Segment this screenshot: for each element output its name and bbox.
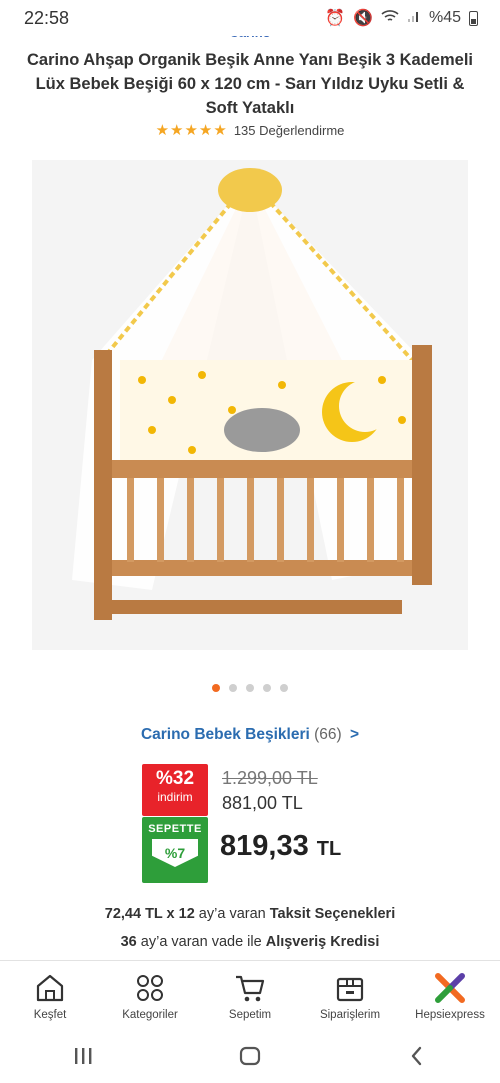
system-nav-bar [0, 1028, 500, 1083]
current-price: 881,00 TL [222, 793, 303, 813]
tab-siparislerim[interactable]: Siparişlerim [300, 961, 400, 1028]
basket-discount-badge: SEPETTE %7 [142, 817, 208, 883]
final-currency: TL [316, 838, 342, 860]
package-icon [336, 977, 364, 1002]
tab-hepsiexpress[interactable]: Hepsiexpress [400, 961, 500, 1028]
product-title: Carino Ahşap Organik Beşik Anne Yanı Beş… [27, 51, 473, 117]
brand-link-name[interactable]: Carino Bebek Beşikleri [141, 726, 310, 743]
bottom-tab-bar: Keşfet Kategoriler Sepetim Siparişlerim … [0, 960, 500, 1028]
product-image[interactable] [32, 160, 468, 650]
hepsiexpress-logo-icon [435, 973, 465, 1003]
recents-icon[interactable] [70, 1043, 96, 1069]
basket-percent: %7 [152, 839, 198, 867]
signal-icon [407, 9, 421, 28]
categories-icon [137, 975, 163, 1001]
mute-icon: 🔇 [353, 10, 373, 27]
tab-label: Keşfet [33, 1009, 67, 1021]
installment-link[interactable]: Taksit Seçenekleri [270, 906, 395, 922]
gallery-dot-active[interactable] [212, 684, 220, 692]
gallery-dot[interactable] [229, 684, 237, 692]
rating-count[interactable]: 135 Değerlendirme [234, 123, 345, 138]
basket-final-price: 819,33 TL [220, 830, 341, 863]
tab-label: Kategoriler [122, 1009, 178, 1021]
battery-text: %45 [428, 9, 461, 26]
wifi-icon [381, 9, 399, 28]
alarm-icon: ⏰ [325, 10, 346, 27]
credit-link[interactable]: Alışveriş Kredisi [266, 934, 380, 950]
crib-illustration [32, 160, 468, 650]
battery-icon [469, 10, 478, 26]
status-bar: 22:58 ⏰ 🔇 %45 [0, 0, 500, 36]
tab-label: Hepsiexpress [415, 1009, 485, 1021]
discount-percent: %32 [155, 768, 195, 789]
tab-kategoriler[interactable]: Kategoriler [100, 961, 200, 1028]
credit-info[interactable]: 36 ay’a varan vade ile Alışveriş Kredisi [0, 934, 500, 950]
rating-row[interactable]: ★★★★★ 135 Değerlendirme [0, 121, 500, 139]
old-price: 1.299,00 TL [222, 768, 318, 788]
gallery-pagination[interactable] [0, 684, 500, 692]
home-button-icon[interactable] [237, 1043, 263, 1069]
installment-info[interactable]: 72,44 TL x 12 ay’a varan Taksit Seçenekl… [0, 906, 500, 922]
chevron-right-icon: > [350, 726, 360, 743]
final-amount: 819,33 [220, 830, 309, 862]
home-icon [36, 974, 64, 1002]
installment-text: ay’a varan [194, 906, 270, 922]
brand-link-count: (66) [314, 726, 342, 743]
installment-amount: 72,44 TL x 12 [104, 906, 195, 922]
credit-text: ay’a varan vade ile [136, 934, 266, 950]
gallery-dot[interactable] [246, 684, 254, 692]
star-rating-icon: ★★★★★ [155, 122, 228, 139]
basket-label: SEPETTE [148, 823, 202, 835]
tab-kesfet[interactable]: Keşfet [0, 961, 100, 1028]
tab-label: Sepetim [228, 1009, 272, 1021]
discount-label: indirim [157, 790, 193, 804]
back-icon[interactable] [404, 1043, 430, 1069]
tab-label: Siparişlerim [319, 1009, 381, 1021]
gallery-dot[interactable] [263, 684, 271, 692]
status-icons: ⏰ 🔇 %45 [325, 8, 478, 28]
status-time: 22:58 [24, 8, 70, 28]
brand-link[interactable]: Carino Bebek Beşikleri (66) > [0, 726, 500, 744]
discount-badge: %32 indirim [142, 764, 208, 816]
tab-sepetim[interactable]: Sepetim [200, 961, 300, 1028]
gallery-dot[interactable] [280, 684, 288, 692]
cart-icon [236, 975, 265, 1002]
credit-months: 36 [120, 934, 137, 950]
